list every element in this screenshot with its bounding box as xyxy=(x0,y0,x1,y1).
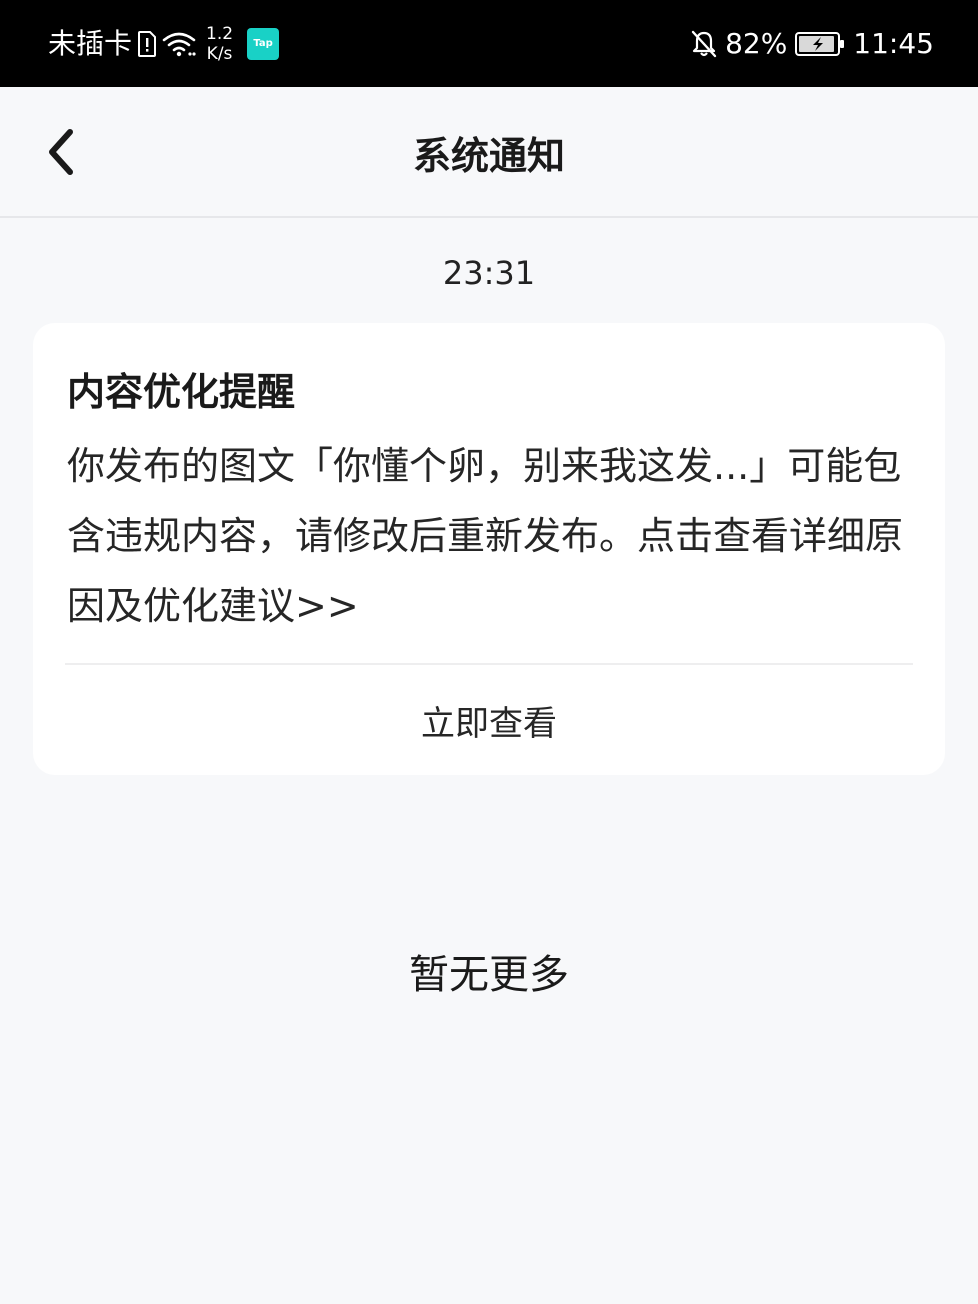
taptap-icon-label: Tap xyxy=(253,38,273,49)
clock-time: 11:45 xyxy=(853,27,934,60)
wifi-icon xyxy=(162,30,196,58)
view-now-button[interactable]: 立即查看 xyxy=(33,665,945,775)
notification-card[interactable]: 内容优化提醒 你发布的图文「你懂个卵，别来我这发...」可能包含违规内容，请修改… xyxy=(33,323,945,775)
carrier-label: 未插卡 xyxy=(48,26,133,60)
bell-muted-icon xyxy=(691,30,717,58)
status-bar-right: 82% 11:45 xyxy=(691,0,934,87)
network-speed: 1.2 K/s xyxy=(206,24,233,64)
sim-card-icon xyxy=(138,30,157,57)
nav-bar: 系统通知 xyxy=(0,87,978,218)
status-bar: 未插卡 1.2 K/s Tap 82% 11:45 xyxy=(0,0,978,87)
page-title: 系统通知 xyxy=(412,134,565,178)
no-more-label: 暂无更多 xyxy=(409,952,569,998)
notification-title: 内容优化提醒 xyxy=(67,370,296,414)
status-bar-left: 未插卡 1.2 K/s Tap xyxy=(48,0,280,87)
taptap-app-icon: Tap xyxy=(247,27,280,60)
battery-charging-icon xyxy=(795,31,845,57)
battery-percent: 82% xyxy=(725,27,788,60)
notification-body[interactable]: 你发布的图文「你懂个卵，别来我这发...」可能包含违规内容，请修改后重新发布。点… xyxy=(67,431,912,641)
message-timestamp: 23:31 xyxy=(442,254,536,292)
network-speed-value: 1.2 xyxy=(206,23,234,44)
network-speed-unit: K/s xyxy=(206,43,233,64)
